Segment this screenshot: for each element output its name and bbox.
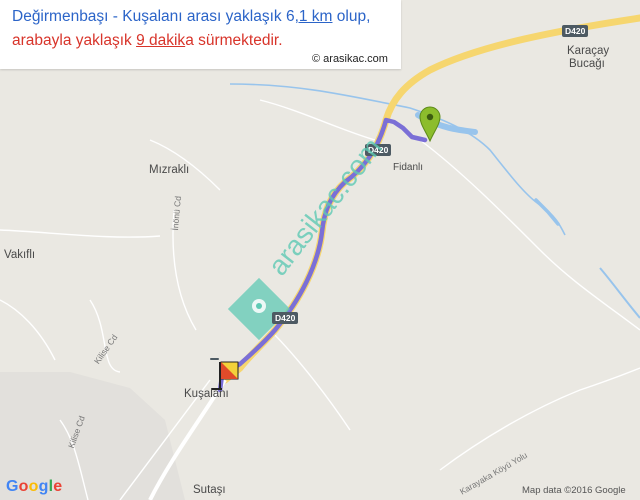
time-value: 9 dakik [136,32,186,49]
place-label-kusalani: Kuşalanı [184,388,229,400]
map-canvas[interactable] [0,0,640,500]
time-suffix: a sürmektedir. [185,32,283,49]
credit-text: © arasikac.com [312,53,388,65]
route-info-box: Değirmenbaşı - Kuşalanı arası yaklaşık 6… [0,0,401,69]
road-shield-d420-top: D420 [562,25,589,37]
place-label-mizrakli: Mızraklı [149,164,190,176]
place-label-karacay: Karaçay [567,45,610,57]
road-shield-d420-low: D420 [272,312,299,324]
distance-prefix: Değirmenbaşı - Kuşalanı arası yaklaşık 6 [12,8,295,25]
map-attribution[interactable]: Map data ©2016 Google [522,485,626,496]
road-shield-partial [210,358,219,360]
place-label-vakifli: Vakıflı [4,249,36,261]
place-label-bucagi: Bucağı [569,58,605,70]
route-distance-text: Değirmenbaşı - Kuşalanı arası yaklaşık 6… [12,8,370,26]
location-pin-icon [252,299,266,313]
distance-value: ,1 km [294,8,333,25]
place-label-sutasi: Sutaşı [193,484,226,496]
route-time-text: arabayla yaklaşık 9 dakika sürmektedir. [12,32,283,50]
google-logo[interactable]: Google [6,478,62,496]
place-label-fidanli: Fidanlı [393,162,424,173]
distance-suffix: olup, [332,8,371,25]
time-prefix: arabayla yaklaşık [12,32,137,49]
